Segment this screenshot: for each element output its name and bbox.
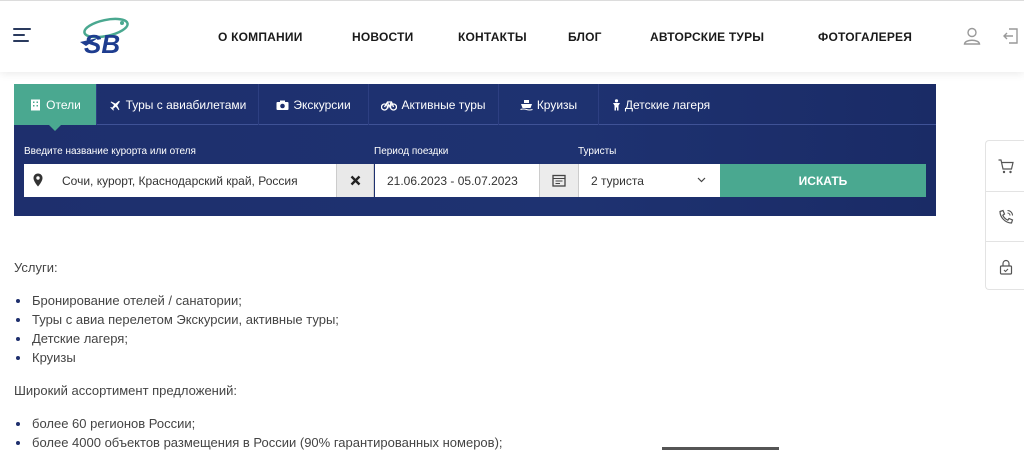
nav-item-blog[interactable]: БЛОГ xyxy=(568,30,602,44)
tab-cruises[interactable]: Круизы xyxy=(499,84,599,125)
bicycle-icon xyxy=(381,100,398,111)
search-tabs: Отели Туры с авиабилетами Экскурсии Акти… xyxy=(14,84,936,131)
lock-button[interactable] xyxy=(986,241,1024,291)
tourists-select[interactable]: 2 туриста xyxy=(579,164,720,197)
nav-item-tours[interactable]: АВТОРСКИЕ ТУРЫ xyxy=(650,30,764,44)
side-panel xyxy=(985,140,1024,290)
tab-label: Круизы xyxy=(536,97,578,112)
tab-tours-with-flights[interactable]: Туры с авиабилетами xyxy=(97,84,259,125)
nav-item-gallery[interactable]: ФОТОГАЛЕРЕЯ xyxy=(818,30,912,44)
calendar-icon xyxy=(552,174,566,187)
destination-value: Сочи, курорт, Краснодарский край, Россия xyxy=(62,174,298,188)
nav-item-contacts[interactable]: КОНТАКТЫ xyxy=(458,30,527,44)
tab-label: Отели xyxy=(46,97,81,112)
list-item: более 4000 объектов размещения в России … xyxy=(14,433,503,450)
tourists-value: 2 туриста xyxy=(591,174,644,188)
list-item: Туры с авиа перелетом Экскурсии, активны… xyxy=(14,310,339,329)
tab-excursions[interactable]: Экскурсии xyxy=(259,84,369,125)
tab-children-camps[interactable]: Детские лагеря xyxy=(599,84,723,125)
period-label: Период поездки xyxy=(374,146,449,157)
nav-item-news[interactable]: НОВОСТИ xyxy=(352,30,413,44)
list-item: Круизы xyxy=(14,348,339,367)
plane-icon xyxy=(109,100,120,111)
site-header: SB О КОМПАНИИ НОВОСТИ КОНТАКТЫ БЛОГ АВТО… xyxy=(0,0,1024,72)
services-title: Услуги: xyxy=(14,260,58,275)
list-item: Бронирование отелей / санатории; xyxy=(14,291,339,310)
location-pin-icon xyxy=(33,173,43,187)
logout-icon[interactable] xyxy=(1001,26,1021,46)
tab-label: Активные туры xyxy=(401,97,486,112)
tab-label: Экскурсии xyxy=(293,97,351,112)
period-value: 21.06.2023 - 05.07.2023 xyxy=(387,174,518,188)
nav-item-about[interactable]: О КОМПАНИИ xyxy=(218,30,303,44)
cart-icon xyxy=(998,158,1014,173)
calendar-button[interactable] xyxy=(539,164,579,197)
child-icon xyxy=(612,98,620,110)
chevron-down-icon xyxy=(697,177,706,183)
building-icon xyxy=(31,99,41,110)
user-icon[interactable] xyxy=(962,26,982,46)
services-list: Бронирование отелей / санатории; Туры с … xyxy=(14,291,339,367)
search-button[interactable]: ИСКАТЬ xyxy=(720,164,926,197)
ship-icon xyxy=(520,99,533,110)
phone-icon xyxy=(998,209,1013,224)
search-widget: Отели Туры с авиабилетами Экскурсии Акти… xyxy=(14,84,936,216)
list-item: более 60 регионов России; xyxy=(14,414,503,433)
logo[interactable]: SB xyxy=(76,16,146,58)
close-icon xyxy=(350,175,360,186)
assortment-list: более 60 регионов России; более 4000 объ… xyxy=(14,414,503,450)
tab-label: Туры с авиабилетами xyxy=(125,97,247,112)
tab-active-tours[interactable]: Активные туры xyxy=(369,84,499,125)
tab-label: Детские лагеря xyxy=(624,97,711,112)
camera-icon xyxy=(276,100,289,110)
destination-input[interactable]: Сочи, курорт, Краснодарский край, Россия xyxy=(24,164,336,197)
cart-button[interactable] xyxy=(986,141,1024,191)
assortment-title: Широкий ассортимент предложений: xyxy=(14,383,237,398)
clear-destination-button[interactable] xyxy=(336,164,374,197)
menu-icon[interactable] xyxy=(13,28,31,44)
callback-button[interactable] xyxy=(986,191,1024,241)
tourists-label: Туристы xyxy=(578,146,617,157)
period-input[interactable]: 21.06.2023 - 05.07.2023 xyxy=(375,164,539,197)
destination-label: Введите название курорта или отеля xyxy=(24,146,196,157)
tab-hotels[interactable]: Отели xyxy=(14,84,97,131)
lock-icon xyxy=(999,259,1012,275)
list-item: Детские лагеря; xyxy=(14,329,339,348)
